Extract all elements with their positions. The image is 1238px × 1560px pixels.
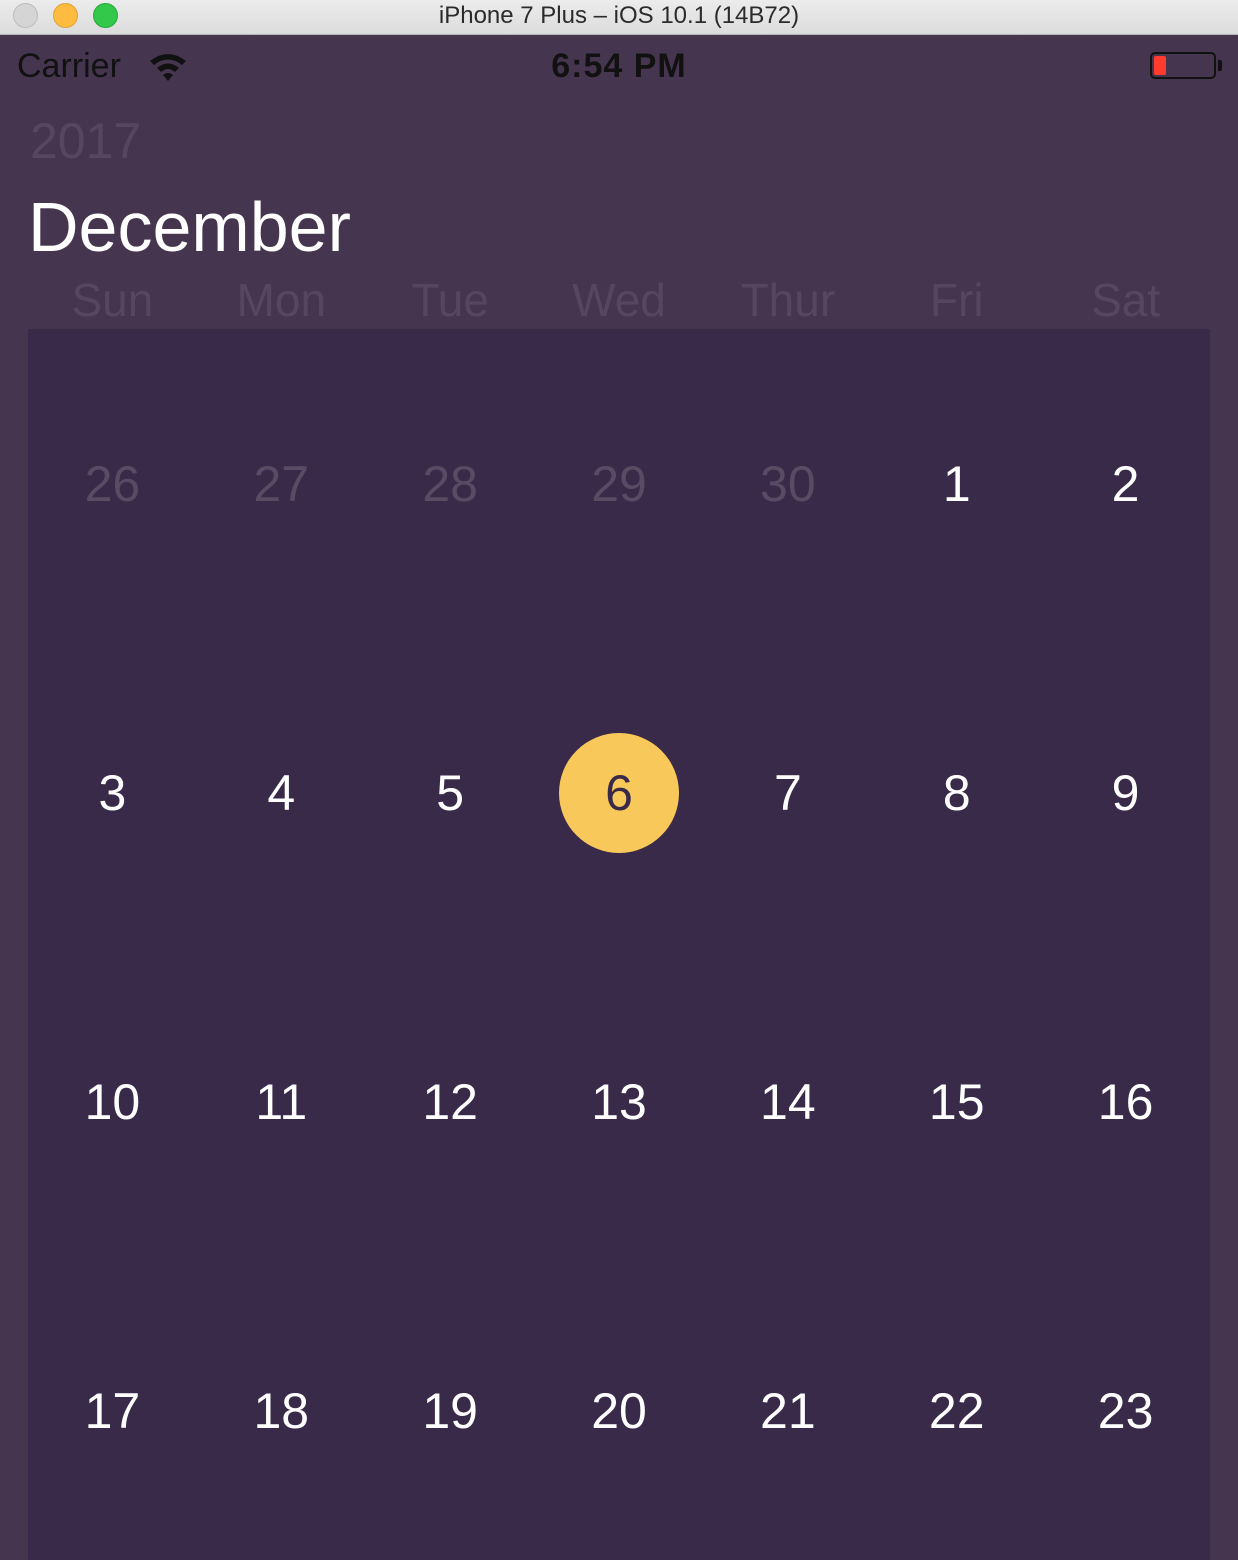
day-number[interactable]: 9	[1066, 733, 1186, 853]
day-cell[interactable]: 4	[197, 733, 366, 853]
day-number[interactable]: 2	[1066, 424, 1186, 544]
day-number[interactable]: 30	[728, 424, 848, 544]
day-number[interactable]: 28	[390, 424, 510, 544]
day-cell[interactable]: 9	[1041, 733, 1210, 853]
day-number[interactable]: 15	[897, 1042, 1017, 1162]
day-number[interactable]: 20	[559, 1351, 679, 1471]
day-number[interactable]: 18	[221, 1351, 341, 1471]
day-cell[interactable]: 11	[197, 1042, 366, 1162]
day-number[interactable]: 12	[390, 1042, 510, 1162]
week-row: 10 11 12 13 14 15 16	[28, 1042, 1210, 1162]
year-label: 2017	[30, 113, 142, 169]
day-cell[interactable]: 17	[28, 1351, 197, 1471]
day-cell[interactable]: 7	[703, 733, 872, 853]
day-number[interactable]: 8	[897, 733, 1017, 853]
day-number[interactable]: 22	[897, 1351, 1017, 1471]
day-cell[interactable]: 19	[366, 1351, 535, 1471]
day-cell[interactable]: 18	[197, 1351, 366, 1471]
week-row: 17 18 19 20 21 22 23	[28, 1351, 1210, 1471]
week-row: 3456789	[28, 733, 1210, 853]
day-number[interactable]: 3	[52, 733, 172, 853]
day-cell[interactable]: 23	[1041, 1351, 1210, 1471]
day-cell[interactable]: 28	[366, 424, 535, 544]
day-cell[interactable]: 2	[1041, 424, 1210, 544]
day-cell[interactable]: 16	[1041, 1042, 1210, 1162]
day-number[interactable]: 17	[52, 1351, 172, 1471]
calendar-grid: 26 27 28 29 30 1 2 3 4 5 6 7 8 9 10 11 12 13 14 15 16 17 18 19 2…	[28, 329, 1210, 1560]
month-title: December	[28, 188, 351, 266]
day-number[interactable]: 11	[221, 1042, 341, 1162]
day-cell[interactable]: 1	[872, 424, 1041, 544]
battery-level-fill	[1154, 56, 1166, 75]
day-number[interactable]: 10	[52, 1042, 172, 1162]
day-number[interactable]: 29	[559, 424, 679, 544]
day-cell[interactable]: 6	[535, 733, 704, 853]
battery-icon	[1150, 52, 1216, 79]
day-cell[interactable]: 5	[366, 733, 535, 853]
day-number[interactable]: 16	[1066, 1042, 1186, 1162]
weekday-label: Sun	[71, 274, 154, 326]
day-number[interactable]: 4	[221, 733, 341, 853]
day-number[interactable]: 23	[1066, 1351, 1186, 1471]
weekday-label: Fri	[929, 274, 984, 326]
day-cell[interactable]: 29	[535, 424, 704, 544]
day-cell[interactable]: 3	[28, 733, 197, 853]
day-number[interactable]: 26	[52, 424, 172, 544]
day-cell[interactable]: 30	[703, 424, 872, 544]
weekday-label: Wed	[572, 274, 666, 326]
week-row: 26 27 28 29 30 1 2	[28, 424, 1210, 544]
weekday-label: Mon	[236, 274, 327, 326]
day-cell[interactable]: 21	[703, 1351, 872, 1471]
day-cell[interactable]: 20	[535, 1351, 704, 1471]
day-number[interactable]: 7	[728, 733, 848, 853]
day-cell[interactable]: 22	[872, 1351, 1041, 1471]
weekday-label: Thur	[740, 274, 836, 326]
day-cell[interactable]: 10	[28, 1042, 197, 1162]
day-number[interactable]: 5	[390, 733, 510, 853]
selected-day[interactable]: 6	[559, 733, 679, 853]
day-number[interactable]: 1	[897, 424, 1017, 544]
weekday-header: Sun Mon Tue Wed Thur Fri Sat	[28, 272, 1210, 328]
weekday-label: Tue	[411, 274, 489, 326]
status-bar: Carrier 6:54 PM	[0, 35, 1238, 99]
day-number[interactable]: 13	[559, 1042, 679, 1162]
day-cell[interactable]: 13	[535, 1042, 704, 1162]
day-number[interactable]: 19	[390, 1351, 510, 1471]
simulator-title-bar: iPhone 7 Plus – iOS 10.1 (14B72)	[0, 0, 1238, 35]
day-cell[interactable]: 14	[703, 1042, 872, 1162]
day-cell[interactable]: 15	[872, 1042, 1041, 1162]
day-cell[interactable]: 8	[872, 733, 1041, 853]
weekday-label: Sat	[1091, 274, 1161, 326]
battery-tip	[1218, 60, 1222, 71]
day-number[interactable]: 14	[728, 1042, 848, 1162]
window-title: iPhone 7 Plus – iOS 10.1 (14B72)	[438, 2, 800, 29]
day-number[interactable]: 27	[221, 424, 341, 544]
day-cell[interactable]: 26	[28, 424, 197, 544]
day-cell[interactable]: 27	[197, 424, 366, 544]
day-cell[interactable]: 12	[366, 1042, 535, 1162]
status-time: 6:54 PM	[551, 47, 687, 85]
day-number[interactable]: 21	[728, 1351, 848, 1471]
